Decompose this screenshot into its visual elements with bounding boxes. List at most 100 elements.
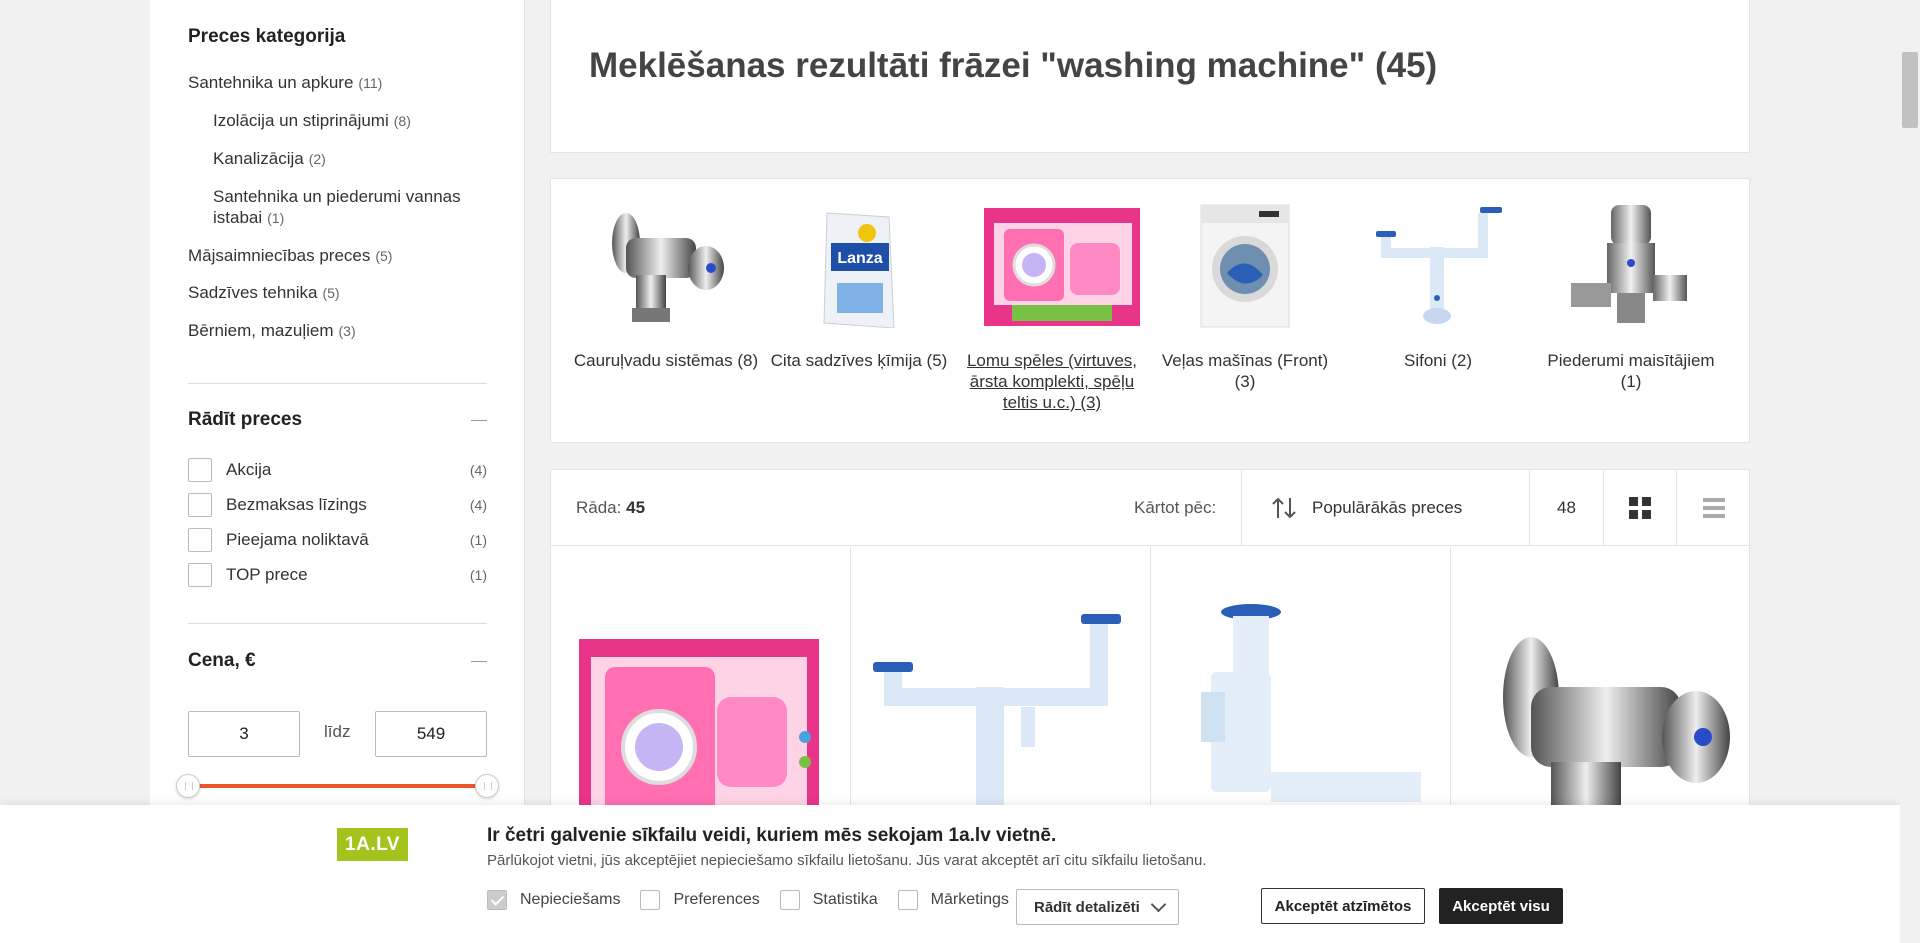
price-max-input[interactable]: 549	[375, 711, 487, 757]
checkbox[interactable]	[897, 890, 918, 910]
category-card[interactable]: Lanza Cita sadzīves ķīmija (5)	[764, 203, 954, 371]
scrollbar-thumb[interactable]	[1902, 52, 1918, 128]
option-label: Statistika	[812, 891, 878, 908]
result-count: Rāda: 45	[576, 498, 645, 518]
checkbox[interactable]	[640, 890, 661, 910]
category-item[interactable]: Sadzīves tehnika (5)	[188, 282, 340, 304]
checkbox[interactable]	[188, 563, 212, 587]
washing-machine-image	[1175, 203, 1315, 328]
cookie-options: Nepieciešams Preferences Statistika Mārk…	[487, 888, 1029, 912]
filter-akcija[interactable]: Akcija (4)	[188, 458, 487, 482]
checkbox[interactable]	[487, 890, 507, 910]
showing-count: 45	[626, 498, 646, 517]
category-card[interactable]: Sifoni (2)	[1343, 203, 1533, 371]
show-details-dropdown[interactable]: Rādīt detalizēti	[1016, 889, 1179, 925]
filter-count: (4)	[469, 497, 487, 513]
category-card[interactable]: Veļas mašīnas (Front) (3)	[1150, 203, 1340, 392]
sort-dropdown[interactable]: Populārākās preces	[1241, 470, 1530, 546]
subcategory-item[interactable]: Izolācija un stiprinājumi (8)	[213, 110, 488, 132]
filter-label: Bezmaksas līzings	[226, 495, 367, 514]
accept-selected-button[interactable]: Akceptēt atzīmētos	[1261, 888, 1425, 924]
title-prefix: Meklēšanas rezultāti frāzei "	[589, 46, 1057, 85]
checkbox[interactable]	[188, 528, 212, 552]
filter-label: Pieejama noliktavā	[226, 530, 369, 549]
price-slider-min-handle[interactable]	[176, 774, 200, 798]
category-item[interactable]: Bērniem, mazuļiem (3)	[188, 320, 356, 342]
price-header[interactable]: Cena, €	[188, 650, 487, 672]
price-min-input[interactable]: 3	[188, 711, 300, 757]
collapse-icon[interactable]	[471, 419, 487, 421]
product-card[interactable]	[851, 547, 1151, 847]
valve-image	[596, 203, 736, 328]
cookie-option-necessary[interactable]: Nepieciešams	[487, 890, 620, 910]
cookie-title: Ir četri galvenie sīkfailu veidi, kuriem…	[487, 825, 1057, 846]
sort-arrows-icon	[1270, 496, 1298, 520]
filter-label: Akcija	[226, 460, 272, 479]
grid-view-icon[interactable]	[1604, 470, 1677, 546]
category-label: Santehnika un piederumi vannas istabai	[213, 187, 461, 227]
search-query: washing machine	[1056, 46, 1349, 85]
subcategory-item[interactable]: Kanalizācija (2)	[213, 148, 488, 170]
detergent-box-image: Lanza	[789, 203, 929, 329]
filter-label: TOP prece	[226, 565, 308, 584]
category-card[interactable]: Lomu spēles (virtuves, ārsta komplekti, …	[957, 203, 1147, 413]
filter-top[interactable]: TOP prece (1)	[188, 563, 487, 587]
product-card[interactable]	[1151, 547, 1451, 847]
category-card-label: Cauruļvadu sistēmas (8)	[573, 351, 759, 370]
per-page-selector[interactable]: 48	[1530, 470, 1604, 546]
option-label: Mārketings	[930, 891, 1009, 908]
category-label: Izolācija un stiprinājumi	[213, 111, 389, 130]
category-count: (5)	[375, 248, 393, 264]
category-count: (1)	[267, 210, 285, 226]
subcategory-item[interactable]: Santehnika un piederumi vannas istabai (1…	[213, 186, 488, 229]
checkbox[interactable]	[188, 458, 212, 482]
show-products-title: Rādīt preces	[188, 409, 303, 430]
category-card-label: Cita sadzīves ķīmija (5)	[770, 351, 948, 370]
search-title: Meklēšanas rezultāti frāzei "washing mac…	[589, 46, 1437, 86]
list-view-icon[interactable]	[1677, 470, 1751, 546]
category-count: (5)	[322, 285, 340, 301]
cookie-option-preferences[interactable]: Preferences	[640, 890, 760, 910]
siphon-image	[1368, 203, 1508, 328]
category-item[interactable]: Mājsaimniecības preces (5)	[188, 245, 392, 267]
sort-value: Populārākās preces	[1312, 498, 1463, 517]
collapse-icon[interactable]	[471, 660, 487, 662]
category-count: (11)	[358, 75, 383, 91]
filter-count: (4)	[469, 462, 487, 478]
divider	[188, 623, 487, 624]
category-count: (3)	[338, 323, 356, 339]
list-toolbar: Rāda: 45 Kārtot pēc: Populārākās preces …	[551, 470, 1751, 546]
toy-washing-machine-image	[982, 203, 1140, 328]
cookie-description: Pārlūkojot vietni, jūs akceptējiet nepie…	[487, 852, 1207, 869]
category-title: Preces kategorija	[188, 26, 346, 47]
category-count: (2)	[308, 151, 326, 167]
details-label: Rādīt detalizēti	[1034, 898, 1140, 916]
filter-count: (1)	[469, 532, 487, 548]
filter-leasing[interactable]: Bezmaksas līzings (4)	[188, 493, 487, 517]
search-title-panel: Meklēšanas rezultāti frāzei "washing mac…	[550, 0, 1750, 153]
product-card[interactable]	[1451, 547, 1751, 847]
cookie-banner: 1A.LV Ir četri galvenie sīkfailu veidi, …	[0, 805, 1900, 943]
category-card-label: Veļas mašīnas (Front) (3)	[1161, 351, 1329, 391]
price-slider-max-handle[interactable]	[475, 774, 499, 798]
price-slider-track[interactable]	[188, 784, 487, 788]
checkbox[interactable]	[188, 493, 212, 517]
category-card[interactable]: Cauruļvadu sistēmas (8)	[571, 203, 761, 371]
svg-text:Lanza: Lanza	[837, 250, 882, 267]
tee-valve-image	[1561, 203, 1701, 328]
scrollbar-track[interactable]	[1900, 0, 1920, 943]
chevron-down-icon	[1150, 896, 1167, 913]
price-title: Cena, €	[188, 650, 256, 671]
accept-all-button[interactable]: Akceptēt visu	[1439, 888, 1563, 924]
cookie-option-marketing[interactable]: Mārketings	[897, 890, 1009, 910]
category-item[interactable]: Santehnika un apkure (11)	[188, 72, 382, 94]
category-card[interactable]: Piederumi maisītājiem (1)	[1536, 203, 1726, 392]
category-label: Sadzīves tehnika	[188, 283, 318, 302]
site-logo[interactable]: 1A.LV	[337, 828, 408, 861]
cookie-option-statistics[interactable]: Statistika	[779, 890, 878, 910]
filter-in-stock[interactable]: Pieejama noliktavā (1)	[188, 528, 487, 552]
checkbox[interactable]	[779, 890, 800, 910]
product-card[interactable]	[551, 547, 851, 847]
filter-count: (1)	[469, 567, 487, 583]
show-products-header[interactable]: Rādīt preces	[188, 409, 487, 431]
